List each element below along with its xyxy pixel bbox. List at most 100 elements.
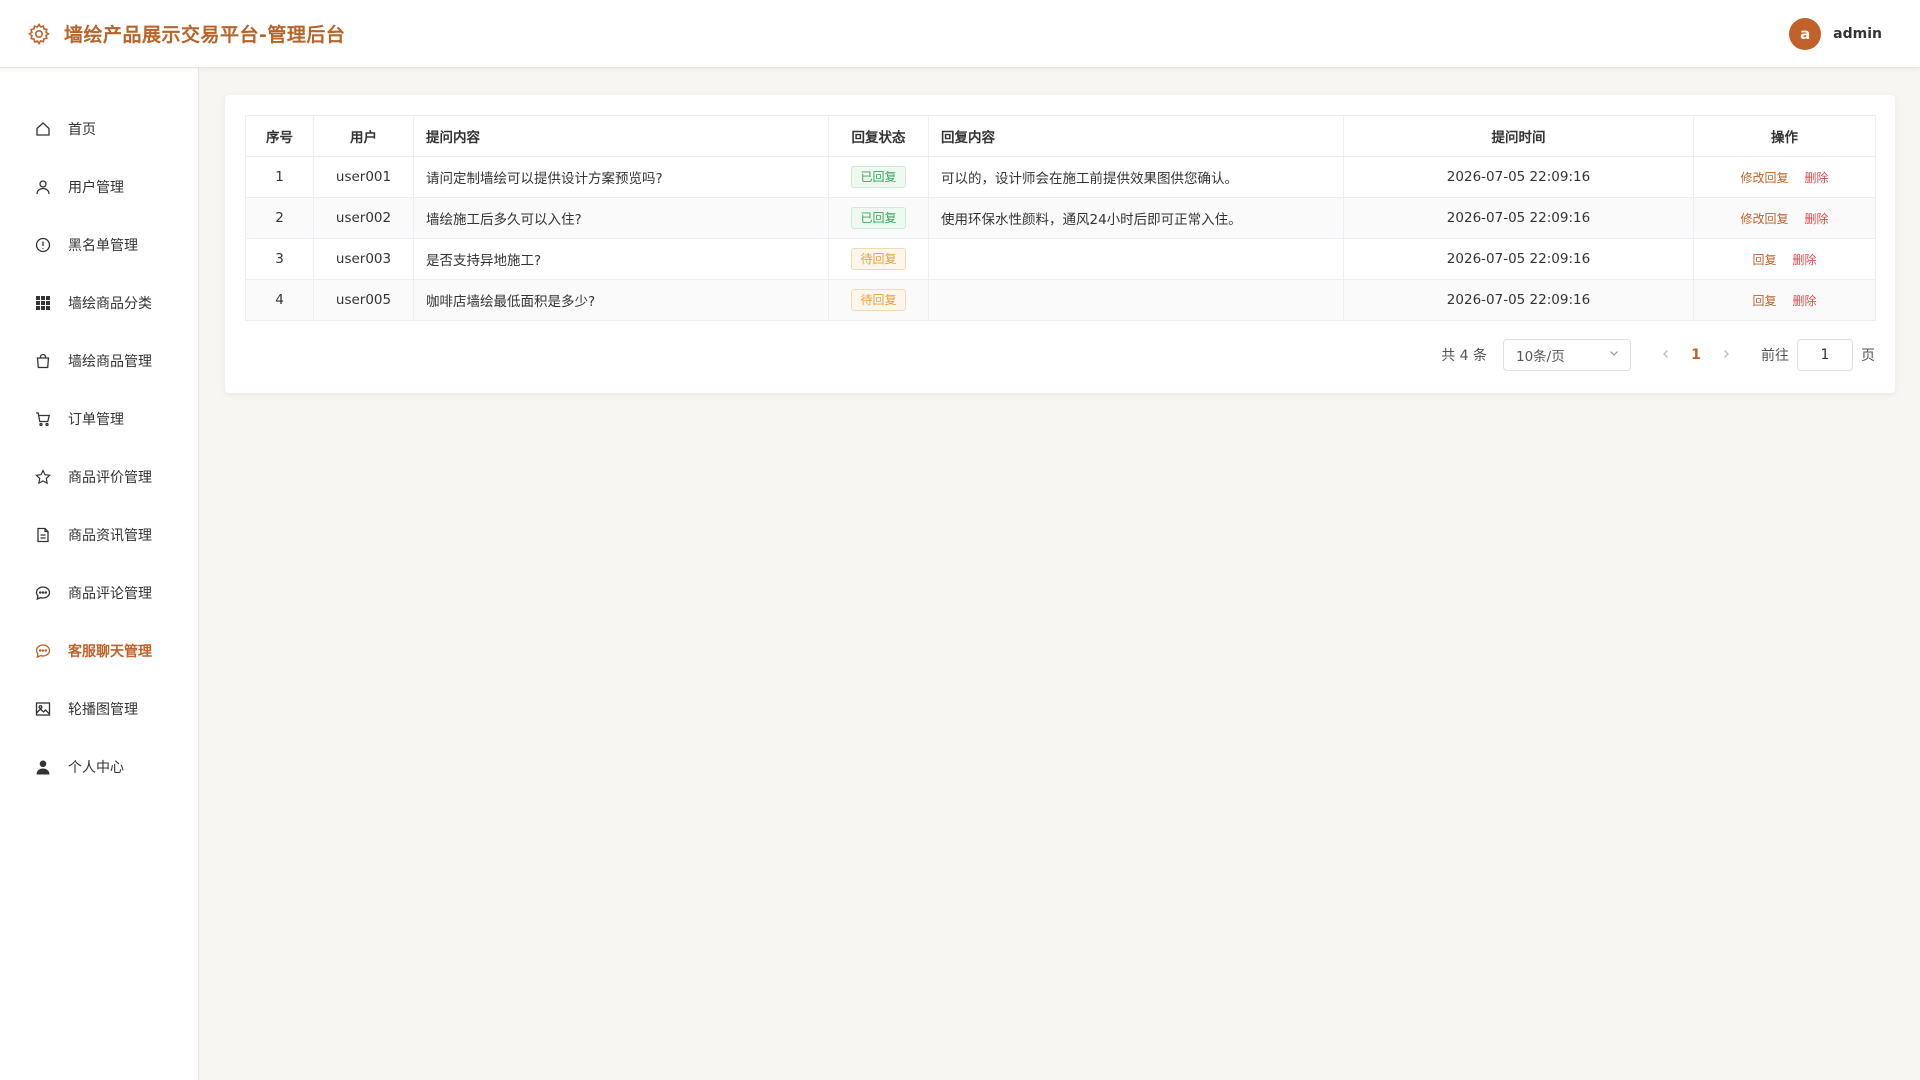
sidebar-item-customer-chat[interactable]: 客服聊天管理 xyxy=(0,622,198,680)
sidebar-item-products[interactable]: 墙绘商品管理 xyxy=(0,332,198,390)
chevron-left-icon xyxy=(1663,350,1668,358)
cell-actions: 修改回复 删除 xyxy=(1693,156,1876,198)
delete-button[interactable]: 删除 xyxy=(1805,171,1829,185)
status-badge: 待回复 xyxy=(851,248,906,270)
status-badge: 已回复 xyxy=(851,166,906,188)
cell-user: user002 xyxy=(313,197,414,239)
goto-page-input[interactable] xyxy=(1797,339,1853,371)
cell-user: user003 xyxy=(313,238,414,280)
goto-label: 前往 xyxy=(1761,348,1789,364)
cart-icon xyxy=(34,410,52,428)
gear-icon xyxy=(26,21,52,47)
sidebar-item-label: 黑名单管理 xyxy=(68,238,138,254)
home-icon xyxy=(34,120,52,138)
delete-button[interactable]: 删除 xyxy=(1805,212,1829,226)
sidebar-item-profile[interactable]: 个人中心 xyxy=(0,738,198,796)
cell-index: 2 xyxy=(245,197,314,239)
table-row: 3 user003 是否支持异地施工? 待回复 2026-07-05 22:09… xyxy=(245,238,1876,280)
pagination: 共 4 条 10条/页 1 前往 页 xyxy=(1441,339,1875,371)
next-page-button[interactable] xyxy=(1711,347,1741,363)
sidebar-item-label: 订单管理 xyxy=(68,412,124,428)
sidebar-item-reviews[interactable]: 商品评价管理 xyxy=(0,448,198,506)
table-row: 4 user005 咖啡店墙绘最低面积是多少? 待回复 2026-07-05 2… xyxy=(245,279,1876,321)
cell-actions: 回复 删除 xyxy=(1693,238,1876,280)
sidebar-item-label: 个人中心 xyxy=(68,760,124,776)
cell-question: 墙绘施工后多久可以入住? xyxy=(413,197,829,239)
cell-index: 1 xyxy=(245,156,314,198)
column-header: 操作 xyxy=(1693,115,1876,157)
sidebar-item-news[interactable]: 商品资讯管理 xyxy=(0,506,198,564)
cell-actions: 回复 删除 xyxy=(1693,279,1876,321)
cell-question: 请问定制墙绘可以提供设计方案预览吗? xyxy=(413,156,829,198)
delete-button[interactable]: 删除 xyxy=(1793,253,1817,267)
username[interactable]: admin xyxy=(1833,26,1882,42)
pagination-total: 共 4 条 xyxy=(1441,348,1487,364)
sidebar-item-users[interactable]: 用户管理 xyxy=(0,158,198,216)
page-number-current[interactable]: 1 xyxy=(1681,347,1711,363)
cell-user: user005 xyxy=(313,279,414,321)
sidebar-item-label: 商品评价管理 xyxy=(68,470,152,486)
cell-user: user001 xyxy=(313,156,414,198)
sidebar-item-label: 首页 xyxy=(68,122,96,138)
cell-status: 待回复 xyxy=(828,279,929,321)
table-row: 1 user001 请问定制墙绘可以提供设计方案预览吗? 已回复 可以的，设计师… xyxy=(245,156,1876,198)
grid-icon xyxy=(34,294,52,312)
cell-question: 是否支持异地施工? xyxy=(413,238,829,280)
status-badge: 已回复 xyxy=(851,207,906,229)
cell-reply xyxy=(928,279,1344,321)
person-icon xyxy=(34,758,52,776)
cell-index: 3 xyxy=(245,238,314,280)
cell-status: 待回复 xyxy=(828,238,929,280)
top-header: 墙绘产品展示交易平台-管理后台 a admin xyxy=(0,0,1920,68)
cell-index: 4 xyxy=(245,279,314,321)
reply-button[interactable]: 回复 xyxy=(1752,253,1776,267)
cell-reply: 使用环保水性颜料，通风24小时后即可正常入住。 xyxy=(928,197,1344,239)
reply-button[interactable]: 回复 xyxy=(1752,294,1776,308)
chat-table: 序号 用户 提问内容 回复状态 回复内容 提问时间 操作 1 user001 请… xyxy=(245,115,1876,321)
sidebar-item-label: 墙绘商品管理 xyxy=(68,354,152,370)
sidebar-item-comments[interactable]: 商品评论管理 xyxy=(0,564,198,622)
sidebar-item-label: 墙绘商品分类 xyxy=(68,296,152,312)
table-row: 2 user002 墙绘施工后多久可以入住? 已回复 使用环保水性颜料，通风24… xyxy=(245,197,1876,239)
table-header-row: 序号 用户 提问内容 回复状态 回复内容 提问时间 操作 xyxy=(245,115,1876,157)
cell-status: 已回复 xyxy=(828,197,929,239)
cell-time: 2026-07-05 22:09:16 xyxy=(1343,156,1694,198)
edit-reply-button[interactable]: 修改回复 xyxy=(1740,171,1788,185)
cell-time: 2026-07-05 22:09:16 xyxy=(1343,197,1694,239)
chevron-right-icon xyxy=(1724,350,1729,358)
star-icon xyxy=(34,468,52,486)
status-badge: 待回复 xyxy=(851,289,906,311)
sidebar-item-label: 轮播图管理 xyxy=(68,702,138,718)
avatar[interactable]: a xyxy=(1789,18,1822,50)
delete-button[interactable]: 删除 xyxy=(1793,294,1817,308)
page-suffix-label: 页 xyxy=(1861,348,1875,364)
sidebar-item-categories[interactable]: 墙绘商品分类 xyxy=(0,274,198,332)
chevron-down-icon xyxy=(1608,347,1620,363)
sidebar-item-label: 商品资讯管理 xyxy=(68,528,152,544)
image-icon xyxy=(34,700,52,718)
user-menu[interactable]: a admin xyxy=(1789,18,1882,50)
sidebar-item-label: 用户管理 xyxy=(68,180,124,196)
column-header: 提问内容 xyxy=(413,115,829,157)
cell-question: 咖啡店墙绘最低面积是多少? xyxy=(413,279,829,321)
column-header: 回复状态 xyxy=(828,115,929,157)
column-header: 序号 xyxy=(245,115,314,157)
sidebar-item-home[interactable]: 首页 xyxy=(0,100,198,158)
prev-page-button[interactable] xyxy=(1651,347,1681,363)
page-size-select[interactable]: 10条/页 xyxy=(1503,339,1631,371)
sidebar-item-carousel[interactable]: 轮播图管理 xyxy=(0,680,198,738)
cell-reply xyxy=(928,238,1344,280)
shopping-bag-icon xyxy=(34,352,52,370)
content-card: 序号 用户 提问内容 回复状态 回复内容 提问时间 操作 1 user001 请… xyxy=(225,95,1895,393)
sidebar-item-blacklist[interactable]: 黑名单管理 xyxy=(0,216,198,274)
cell-reply: 可以的，设计师会在施工前提供效果图供您确认。 xyxy=(928,156,1344,198)
sidebar-menu: 首页 用户管理 黑名单管理 墙绘商品分类 墙绘商品管理 订单管理 商品评价管理 … xyxy=(0,68,198,796)
column-header: 用户 xyxy=(313,115,414,157)
document-icon xyxy=(34,526,52,544)
sidebar-item-orders[interactable]: 订单管理 xyxy=(0,390,198,448)
cell-time: 2026-07-05 22:09:16 xyxy=(1343,238,1694,280)
alert-circle-icon xyxy=(34,236,52,254)
edit-reply-button[interactable]: 修改回复 xyxy=(1740,212,1788,226)
column-header: 回复内容 xyxy=(928,115,1344,157)
comment-icon xyxy=(34,584,52,602)
